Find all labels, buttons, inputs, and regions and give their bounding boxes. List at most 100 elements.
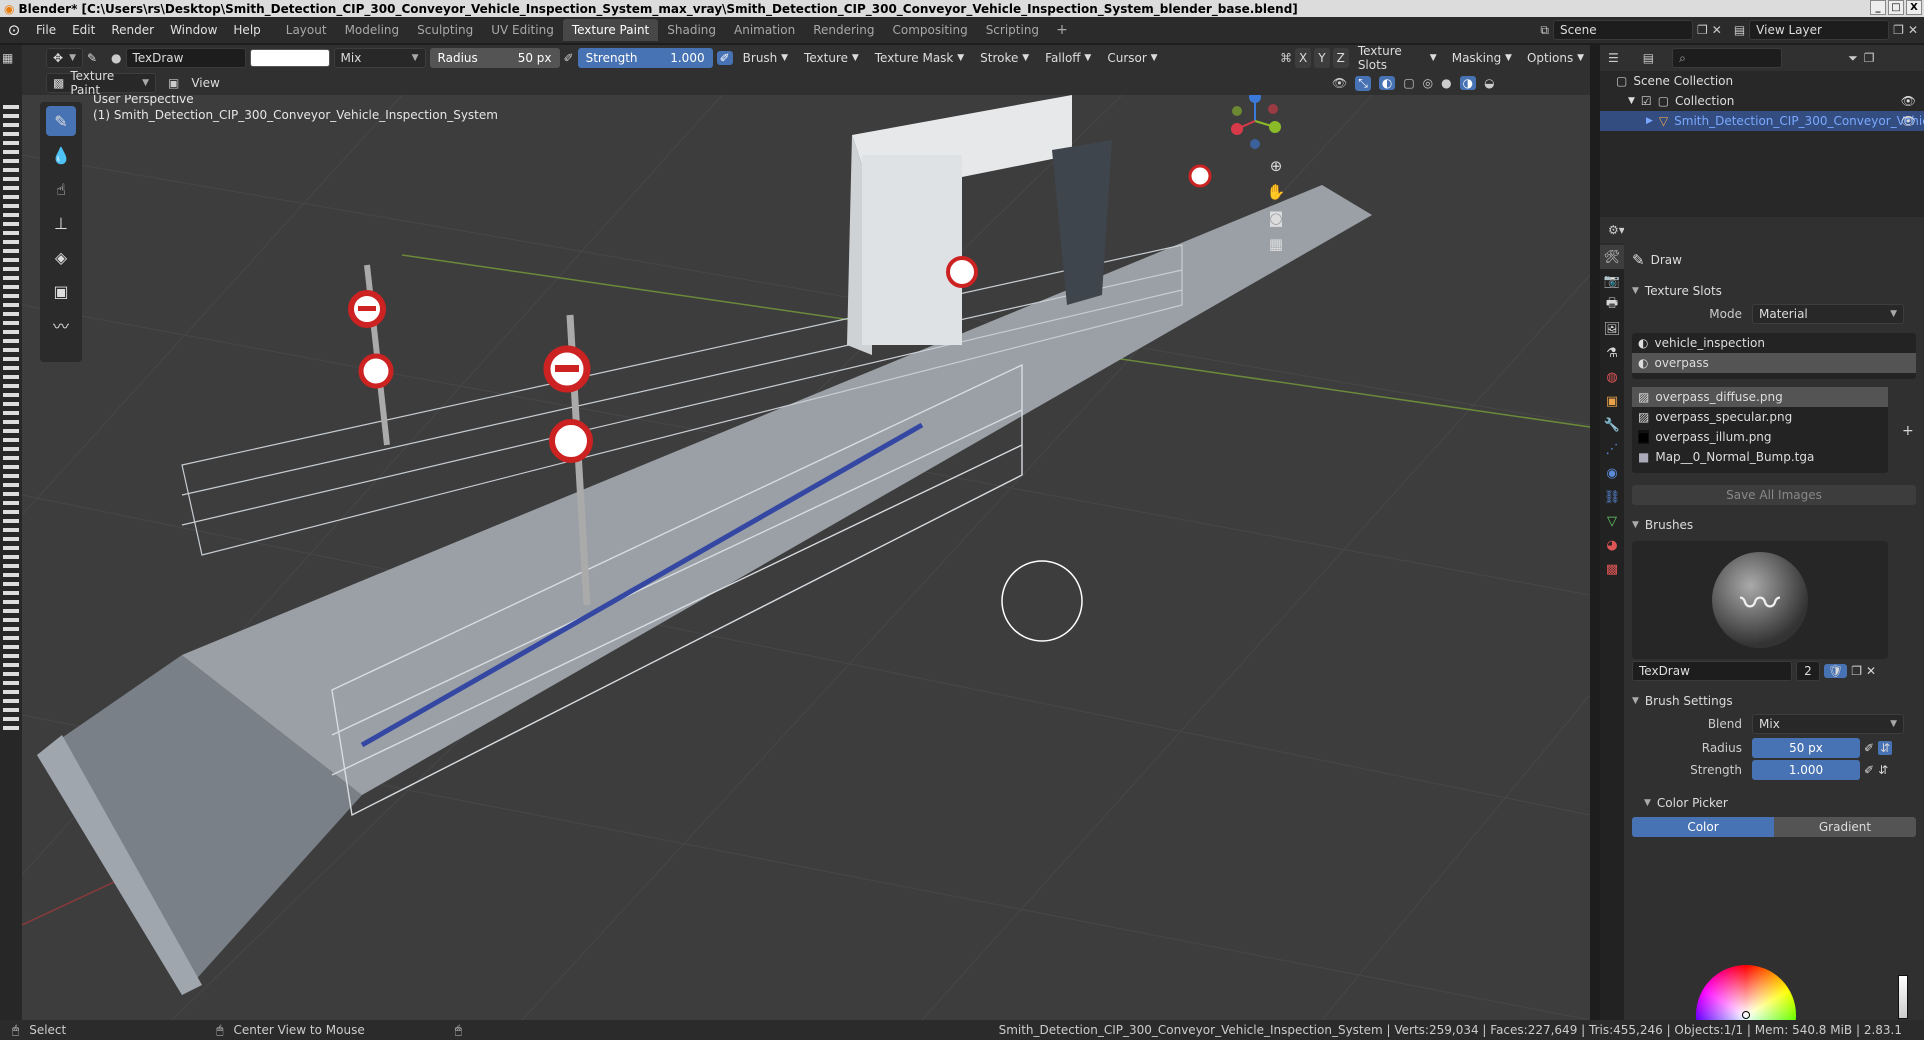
checkbox-icon[interactable]: ☑	[1641, 94, 1652, 108]
xray-icon[interactable]: ▢	[1403, 76, 1414, 90]
radius-pressure-icon[interactable]: ✐	[1864, 741, 1874, 755]
tab-texture-paint[interactable]: Texture Paint	[562, 19, 659, 41]
material-item[interactable]: ◐ overpass	[1632, 353, 1916, 373]
particles-tab-icon[interactable]: ⋰	[1600, 437, 1624, 461]
tool-settings-dropdown[interactable]: ✥ ▼	[46, 48, 83, 68]
eye-icon[interactable]: 👁	[1901, 114, 1916, 128]
world-tab-icon[interactable]: ◍	[1600, 365, 1624, 389]
strength-pressure-icon[interactable]: ✐	[1864, 763, 1874, 777]
tab-scripting[interactable]: Scripting	[977, 19, 1048, 41]
image-slot-item[interactable]: ■ Map__0_Normal_Bump.tga	[1632, 447, 1888, 467]
tab-modeling[interactable]: Modeling	[336, 19, 409, 41]
gradient-tab[interactable]: Gradient	[1774, 817, 1916, 837]
constraints-tab-icon[interactable]: ⛓	[1600, 485, 1624, 509]
visibility-icon[interactable]: 👁	[1332, 76, 1347, 90]
material-shading-icon[interactable]: ◑	[1459, 76, 1477, 90]
image-slot-item[interactable]: ▨ overpass_specular.png	[1632, 407, 1888, 427]
view-layer-icon[interactable]: ▤	[1734, 23, 1745, 37]
object-tab-icon[interactable]: ▣	[1600, 389, 1624, 413]
radius-unit-icon[interactable]: ⇵	[1878, 741, 1893, 755]
outliner-row-object[interactable]: ▶ ▽ Smith_Detection_CIP_300_Conveyor_Veh…	[1600, 111, 1924, 131]
new-scene-icon[interactable]: ❐	[1697, 23, 1708, 37]
3d-viewport[interactable]: User Perspective (1) Smith_Detection_CIP…	[22, 95, 1590, 1020]
masking-menu[interactable]: Masking ▼	[1446, 48, 1518, 68]
outliner-row-scene-collection[interactable]: ▢ Scene Collection	[1600, 71, 1924, 91]
view-menu[interactable]: View	[185, 73, 225, 93]
tab-layout[interactable]: Layout	[277, 19, 336, 41]
delete-view-layer-icon[interactable]: ✕	[1908, 23, 1918, 37]
options-menu[interactable]: Options ▼	[1521, 48, 1590, 68]
texture-slots-panel-header[interactable]: ▼ Texture Slots	[1624, 279, 1924, 303]
mode-dropdown-props[interactable]: Material ▼	[1752, 304, 1904, 324]
symmetry-z-button[interactable]: Z	[1332, 48, 1349, 68]
scene-tab-icon[interactable]: ⚗	[1600, 341, 1624, 365]
strength-unit-icon[interactable]: ⇵	[1878, 763, 1888, 777]
new-collection-icon[interactable]: ❐	[1864, 51, 1875, 65]
tab-sculpting[interactable]: Sculpting	[408, 19, 482, 41]
tab-rendering[interactable]: Rendering	[804, 19, 883, 41]
add-slot-icon[interactable]: +	[1902, 423, 1914, 439]
blender-menu-icon[interactable]: ⊙	[0, 21, 28, 39]
color-wheel-cursor[interactable]	[1742, 1011, 1750, 1019]
annotate-tool-icon[interactable]: 〰	[46, 310, 76, 340]
strength-slider[interactable]: Strength 1.000	[577, 48, 713, 68]
unlink-brush-icon[interactable]: ✕	[1866, 664, 1876, 678]
grid-view-icon[interactable]: ▦	[1263, 231, 1289, 257]
paint-mask-icon[interactable]: ▣	[168, 76, 179, 90]
wireframe-shading-icon[interactable]: ◎	[1423, 76, 1433, 90]
texture-menu[interactable]: Texture ▼	[798, 48, 865, 68]
texture-slots-menu[interactable]: Texture Slots ▼	[1352, 44, 1443, 72]
brush-icon[interactable]: ✎	[87, 51, 97, 65]
eye-icon[interactable]: 👁	[1901, 94, 1916, 108]
brush-preview[interactable]: 〰	[1632, 541, 1888, 659]
draw-tool-icon[interactable]: ✎	[46, 106, 76, 136]
symmetry-icon[interactable]: ⌘	[1280, 51, 1292, 65]
brush-color-swatch[interactable]	[249, 49, 330, 67]
tab-animation[interactable]: Animation	[725, 19, 804, 41]
maximize-button[interactable]: □	[1888, 0, 1904, 15]
cursor-menu[interactable]: Cursor ▼	[1101, 48, 1163, 68]
blend-mode-dropdown[interactable]: Mix ▼	[333, 48, 426, 68]
tab-uv-editing[interactable]: UV Editing	[482, 19, 563, 41]
display-mode-icon[interactable]: ▤	[1643, 51, 1654, 65]
symmetry-x-button[interactable]: X	[1295, 48, 1312, 68]
properties-editor-icon[interactable]: ⚙▾	[1608, 223, 1625, 237]
expand-arrow-icon[interactable]: ▶	[1646, 116, 1653, 126]
material-item[interactable]: ◐ vehicle_inspection	[1632, 333, 1916, 353]
render-tab-icon[interactable]: 📷	[1600, 269, 1624, 293]
zoom-icon[interactable]: ⊕	[1263, 153, 1289, 179]
fill-tool-icon[interactable]: ◈	[46, 242, 76, 272]
outliner-row-collection[interactable]: ▼ ☑ ▢ Collection 👁	[1600, 91, 1924, 111]
symmetry-y-button[interactable]: Y	[1314, 48, 1330, 68]
menu-window[interactable]: Window	[162, 23, 225, 37]
modifier-tab-icon[interactable]: 🔧	[1600, 413, 1624, 437]
radius-pressure-icon[interactable]: ✐	[564, 51, 574, 65]
physics-tab-icon[interactable]: ◉	[1600, 461, 1624, 485]
color-wheel[interactable]	[1696, 965, 1796, 1020]
value-slider[interactable]	[1898, 975, 1908, 1019]
soften-tool-icon[interactable]: 💧	[46, 140, 76, 170]
tab-compositing[interactable]: Compositing	[883, 19, 976, 41]
mode-dropdown[interactable]: ▩ Texture Paint ▼	[46, 69, 156, 97]
data-tab-icon[interactable]: ▽	[1600, 509, 1624, 533]
stroke-menu[interactable]: Stroke ▼	[974, 48, 1035, 68]
camera-icon[interactable]: ◙	[1263, 205, 1289, 231]
material-tab-icon[interactable]: ◕	[1600, 533, 1624, 557]
delete-scene-icon[interactable]: ✕	[1712, 23, 1722, 37]
add-workspace-button[interactable]: +	[1048, 22, 1076, 38]
view-layer-tab-icon[interactable]: 🖼	[1600, 317, 1624, 341]
mask-tool-icon[interactable]: ▣	[46, 276, 76, 306]
radius-slider-props[interactable]: 50 px	[1752, 738, 1860, 758]
brush-menu[interactable]: Brush ▼	[737, 48, 794, 68]
expand-arrow-icon[interactable]: ▼	[1628, 96, 1635, 106]
brush-datablock-icon[interactable]: ●	[111, 51, 121, 65]
outliner-search-input[interactable]: ⌕	[1672, 48, 1783, 68]
clone-tool-icon[interactable]: ⊥	[46, 208, 76, 238]
menu-render[interactable]: Render	[103, 23, 162, 37]
texture-tab-icon[interactable]: ▩	[1600, 557, 1624, 581]
texture-mask-menu[interactable]: Texture Mask ▼	[869, 48, 970, 68]
rendered-shading-icon[interactable]: ◒	[1484, 76, 1494, 90]
tab-shading[interactable]: Shading	[658, 19, 725, 41]
new-view-layer-icon[interactable]: ❐	[1893, 23, 1904, 37]
filter-icon[interactable]: ⏷	[1848, 51, 1858, 66]
